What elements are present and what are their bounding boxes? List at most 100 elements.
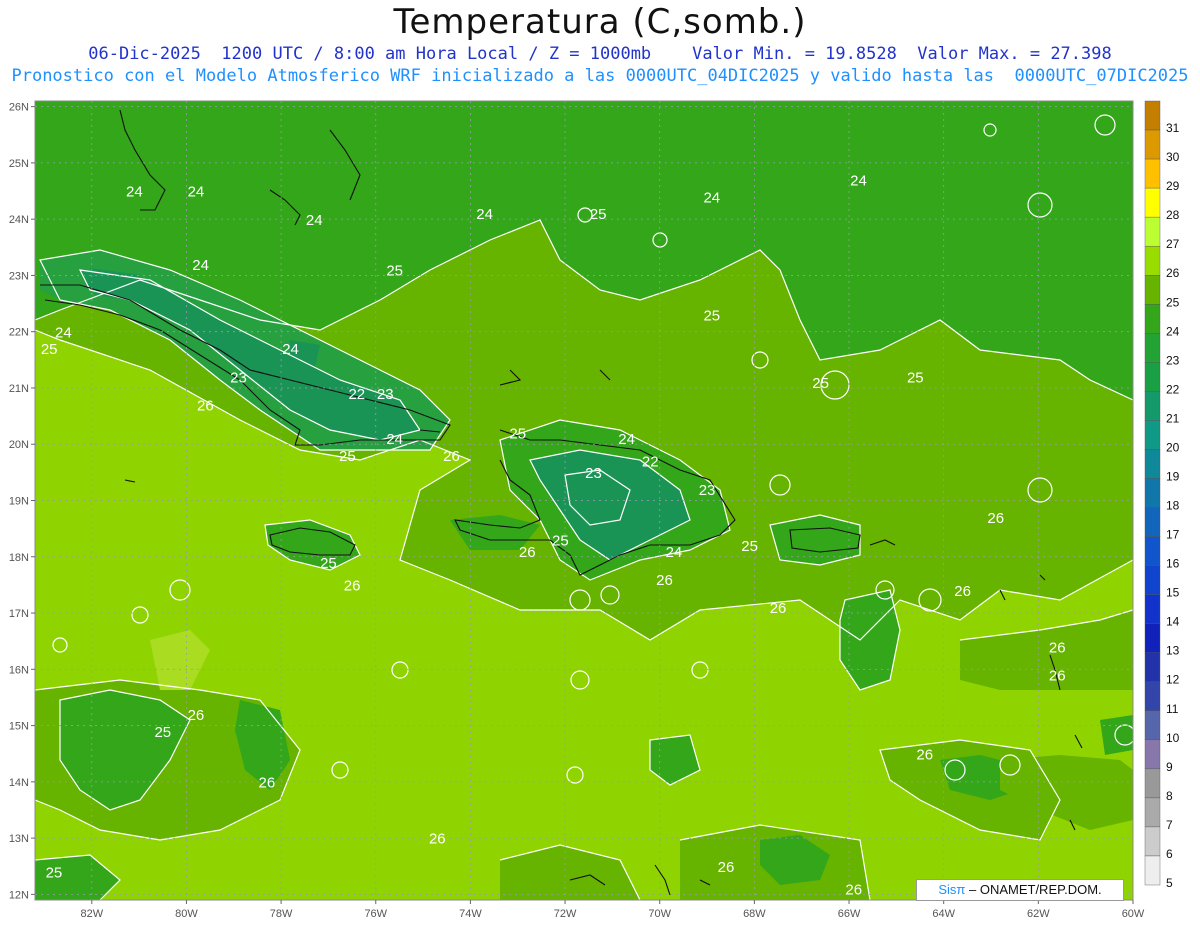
contour-label: 24	[850, 172, 867, 189]
colorbar-swatch	[1144, 507, 1161, 537]
colorbar-label: 25	[1166, 295, 1180, 309]
colorbar-swatch	[1144, 826, 1161, 857]
colorbar-label: 8	[1166, 789, 1173, 803]
map-fill-layer	[35, 101, 1133, 900]
contour-label: 26	[718, 859, 735, 876]
colorbar-swatch	[1144, 449, 1161, 479]
colorbar-label: 28	[1166, 208, 1180, 222]
colorbar-label: 14	[1166, 615, 1180, 629]
lat-tick-label: 20N	[9, 439, 29, 451]
colorbar-label: 13	[1166, 644, 1180, 658]
contour-label: 24	[476, 206, 493, 223]
contour-label: 22	[642, 454, 659, 471]
lon-tick-label: 82W	[80, 908, 103, 920]
colorbar-swatch	[1144, 391, 1161, 421]
lon-tick-label: 70W	[648, 908, 671, 920]
colorbar-swatch	[1144, 100, 1161, 131]
lon-tick-label: 76W	[364, 908, 387, 920]
longitude-axis: 82W 80W 78W 76W 74W 72W 70W 68W 66W 64W 62W 60W	[80, 900, 1145, 920]
contour-label: 23	[377, 386, 394, 403]
colorbar-swatch	[1144, 187, 1161, 218]
lon-tick-label: 72W	[554, 908, 577, 920]
colorbar-swatch	[1144, 797, 1161, 828]
contour-label: 24	[188, 184, 205, 201]
colorbar-label: 6	[1166, 847, 1173, 861]
contour-label: 26	[429, 831, 446, 848]
contour-label: 25	[552, 533, 569, 550]
contour-label: 26	[188, 707, 205, 724]
lat-tick-label: 25N	[9, 158, 29, 170]
colorbar-label: 22	[1166, 382, 1180, 396]
lat-tick-label: 18N	[9, 552, 29, 564]
colorbar-label: 10	[1166, 731, 1180, 745]
colorbar-label: 19	[1166, 469, 1180, 483]
colorbar-swatch	[1144, 710, 1161, 741]
contour-label: 26	[845, 881, 862, 898]
colorbar-label: 11	[1166, 702, 1179, 716]
branding-badge: Sisπ – ONAMET/REP.DOM.	[916, 879, 1124, 901]
contour-label: 26	[519, 544, 536, 561]
contour-label: 26	[1049, 639, 1066, 656]
contour-label: 25	[46, 864, 63, 881]
lat-tick-label: 14N	[9, 777, 29, 789]
colorbar-swatch	[1144, 129, 1161, 160]
contour-label: 24	[306, 212, 323, 229]
contour-label: 26	[259, 774, 276, 791]
contour-label: 25	[590, 206, 607, 223]
contour-label: 23	[230, 369, 247, 386]
colorbar-swatch	[1144, 304, 1161, 334]
colorbar-label: 12	[1166, 673, 1180, 687]
colorbar-label: 17	[1166, 528, 1180, 542]
lat-tick-label: 13N	[9, 833, 29, 845]
lat-tick-label: 19N	[9, 496, 29, 508]
contour-label: 24	[192, 257, 209, 274]
contour-label: 25	[320, 555, 337, 572]
contour-label: 26	[656, 572, 673, 589]
lat-tick-label: 17N	[9, 608, 29, 620]
colorbar-swatch	[1144, 362, 1161, 392]
lat-tick-label: 21N	[9, 383, 29, 395]
branding-org: – ONAMET/REP.DOM.	[968, 882, 1102, 897]
colorbar-swatch	[1144, 420, 1161, 450]
contour-label: 22	[348, 386, 365, 403]
contour-label: 25	[907, 369, 924, 386]
colorbar-label: 21	[1166, 411, 1180, 425]
contour-label: 26	[770, 600, 787, 617]
colorbar-label: 18	[1166, 499, 1180, 513]
lon-tick-label: 74W	[459, 908, 482, 920]
colorbar-swatch	[1144, 594, 1161, 624]
contour-label: 26	[987, 510, 1004, 527]
contour-label: 24	[282, 341, 299, 358]
colorbar-swatch	[1144, 768, 1161, 799]
sispi-logo-text: Sisπ	[938, 882, 966, 897]
colorbar-swatch	[1144, 565, 1161, 595]
colorbar-swatch	[1144, 855, 1161, 886]
lon-tick-label: 78W	[270, 908, 293, 920]
contour-label: 25	[741, 538, 758, 555]
colorbar-swatch	[1144, 652, 1161, 682]
colorbar-label: 31	[1166, 121, 1180, 135]
contour-label: 25	[154, 724, 171, 741]
lon-tick-label: 62W	[1027, 908, 1050, 920]
contour-label: 26	[916, 746, 933, 763]
contour-label: 23	[699, 482, 716, 499]
contour-label: 23	[585, 465, 602, 482]
lat-tick-label: 24N	[9, 214, 29, 226]
lat-tick-label: 22N	[9, 327, 29, 339]
contour-label: 25	[509, 426, 526, 443]
lon-tick-label: 68W	[743, 908, 766, 920]
contour-label: 24	[666, 544, 683, 561]
colorbar-swatch	[1144, 158, 1161, 189]
colorbar-swatch	[1144, 623, 1161, 653]
contour-label: 25	[703, 307, 720, 324]
colorbar-label: 24	[1166, 324, 1180, 338]
colorbar-label: 23	[1166, 353, 1180, 367]
colorbar-swatch	[1144, 245, 1161, 276]
lat-tick-label: 16N	[9, 664, 29, 676]
colorbar-label: 30	[1166, 150, 1180, 164]
lon-tick-label: 66W	[838, 908, 861, 920]
colorbar-label: 27	[1166, 237, 1180, 251]
colorbar-swatch	[1144, 739, 1161, 770]
contour-label: 26	[1049, 668, 1066, 685]
lon-tick-label: 80W	[175, 908, 198, 920]
